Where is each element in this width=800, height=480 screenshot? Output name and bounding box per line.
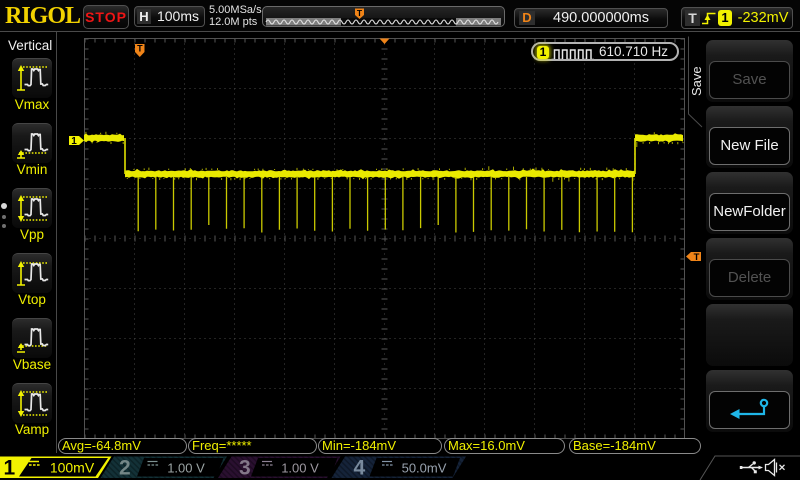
svg-text:1.00 V: 1.00 V: [281, 461, 319, 476]
svg-text:4: 4: [354, 457, 366, 480]
svg-text:2: 2: [119, 457, 131, 480]
svg-text:T: T: [137, 44, 143, 54]
svg-text:1: 1: [71, 136, 77, 147]
svg-text:100mV: 100mV: [50, 460, 95, 476]
svg-text:1: 1: [4, 457, 16, 480]
svg-text:T: T: [357, 8, 363, 18]
svg-text:50.0mV: 50.0mV: [402, 461, 447, 476]
svg-text:3: 3: [239, 457, 251, 480]
svg-text:1.00 V: 1.00 V: [167, 461, 205, 476]
